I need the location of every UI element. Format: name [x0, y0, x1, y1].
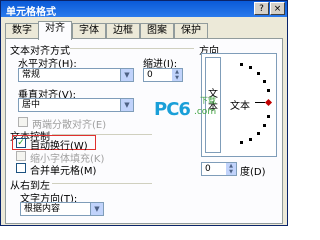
angle-needle: [255, 102, 265, 103]
spin-down-icon[interactable]: ▼: [172, 75, 182, 81]
title-bar: 单元格格式 ? ×: [1, 1, 287, 18]
vertical-align-select[interactable]: 居中 ▼: [18, 98, 134, 112]
angle-dot: [249, 138, 252, 141]
pc6-watermark-logo: PC6 .com 下载: [154, 95, 224, 125]
angle-dot: [267, 115, 270, 118]
watermark-pc6-text: PC6: [154, 99, 191, 120]
distributed-checkbox[interactable]: [18, 117, 28, 127]
tab-border[interactable]: 边框: [106, 23, 140, 39]
horizontal-align-value: 常规: [22, 70, 41, 80]
angle-dot: [249, 66, 252, 69]
chevron-down-icon[interactable]: ▼: [120, 69, 133, 81]
tab-number[interactable]: 数字: [5, 23, 39, 39]
angle-dot: [267, 89, 270, 92]
merge-cells-checkbox[interactable]: [16, 163, 26, 173]
group-divider: [52, 183, 152, 184]
group-divider: [70, 48, 194, 49]
degree-value: 0: [205, 164, 211, 174]
help-button[interactable]: ?: [254, 2, 269, 15]
alignment-panel: 文本对齐方式 水平对齐(H): 常规 ▼ 缩进(I): 0 ▲ ▼ 垂直对齐(V…: [5, 38, 283, 224]
angle-dot: [240, 63, 243, 66]
text-direction-select[interactable]: 根据内容 ▼: [20, 202, 104, 216]
angle-dot: [263, 124, 266, 127]
chevron-down-icon[interactable]: ▼: [120, 99, 133, 111]
angle-dot: [240, 141, 243, 144]
tab-alignment[interactable]: 对齐: [38, 21, 72, 40]
angle-handle[interactable]: [264, 98, 273, 107]
format-cells-dialog: 单元格格式 ? × 数字 对齐 字体 边框 图案 保护 文本对齐方式 水平对齐(…: [0, 0, 288, 226]
tab-font[interactable]: 字体: [72, 23, 106, 39]
spin-down-icon[interactable]: ▼: [226, 169, 236, 175]
degree-label: 度(D): [240, 167, 266, 178]
wrap-text-checkbox[interactable]: ✓: [16, 138, 26, 148]
watermark-xia-text: 下载: [200, 96, 216, 105]
angle-dot: [257, 132, 260, 135]
angle-dot: [257, 72, 260, 75]
vertical-align-value: 居中: [22, 100, 41, 110]
close-button[interactable]: ×: [270, 2, 285, 15]
watermark-com-text: .com: [194, 107, 217, 117]
angle-dot: [263, 80, 266, 83]
chevron-down-icon[interactable]: ▼: [90, 203, 103, 215]
horizontal-text-label: 文本: [230, 101, 250, 112]
merge-cells-label: 合并单元格(M): [30, 166, 97, 177]
tab-patterns[interactable]: 图案: [140, 23, 174, 39]
horizontal-align-select[interactable]: 常规 ▼: [18, 68, 134, 82]
shrink-to-fit-checkbox[interactable]: [16, 151, 26, 161]
text-direction-value: 根据内容: [24, 204, 61, 214]
tab-protection[interactable]: 保护: [174, 23, 208, 39]
degree-spinner[interactable]: 0 ▲ ▼: [201, 162, 237, 176]
dialog-title: 单元格格式: [6, 7, 56, 18]
indent-spinner[interactable]: 0 ▲ ▼: [143, 68, 183, 82]
indent-value: 0: [147, 70, 153, 80]
